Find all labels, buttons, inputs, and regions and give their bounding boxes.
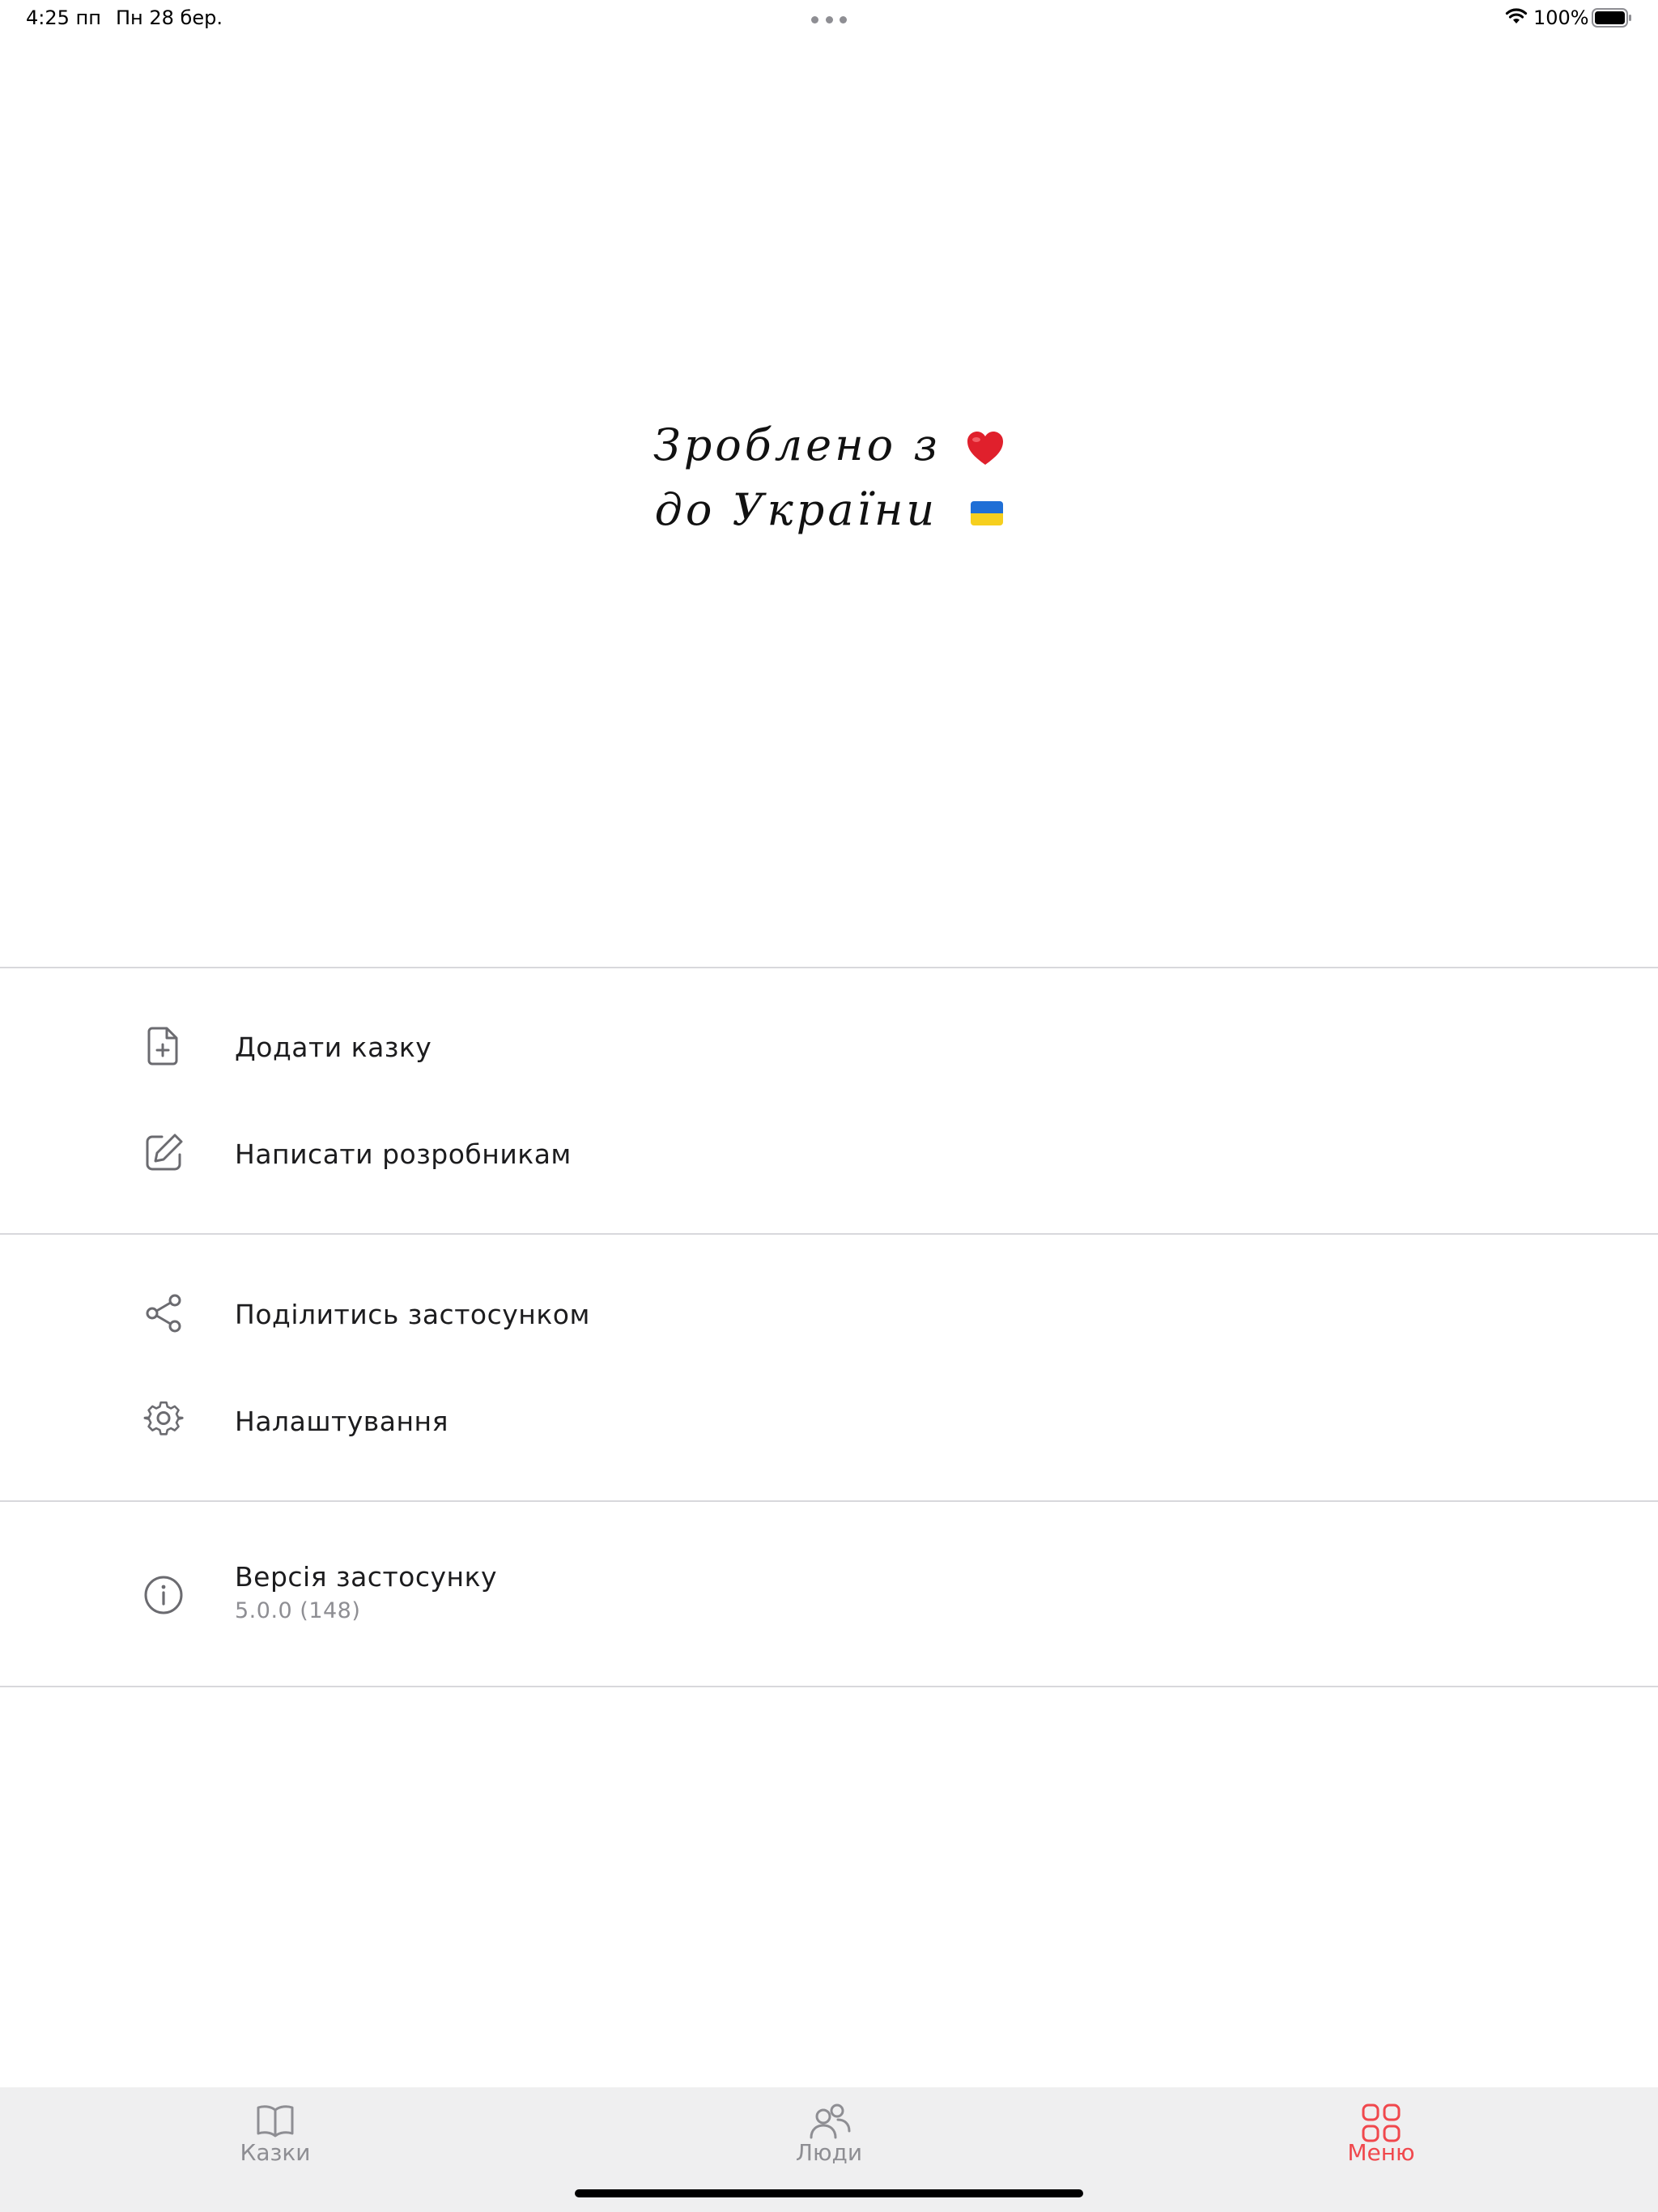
add-document-icon	[147, 1027, 178, 1066]
tab-label: Казки	[240, 2139, 311, 2166]
menu-item-settings[interactable]: Налаштування	[0, 1376, 1658, 1465]
book-icon	[257, 2105, 294, 2138]
menu-item-label: Поділитись застосунком	[235, 1299, 590, 1330]
section-divider	[0, 967, 1658, 968]
menu-item-write-developers[interactable]: Написати розробникам	[0, 1109, 1658, 1198]
ukraine-flag-icon	[971, 501, 1004, 525]
menu-item-app-version[interactable]: Версія застосунку 5.0.0 (148)	[0, 1548, 1658, 1642]
more-dots-icon[interactable]	[811, 16, 847, 24]
section-divider	[0, 1686, 1658, 1687]
tab-label: Люди	[795, 2139, 863, 2166]
wifi-icon	[1505, 8, 1528, 23]
tab-tales[interactable]: Казки	[154, 2087, 397, 2176]
share-icon	[146, 1294, 181, 1333]
menu-item-label: Додати казку	[235, 1032, 432, 1063]
menu-item-share-app[interactable]: Поділитись застосунком	[0, 1270, 1658, 1359]
tab-menu[interactable]: Меню	[1260, 2087, 1503, 2176]
tab-label: Меню	[1347, 2139, 1415, 2166]
edit-icon	[146, 1134, 183, 1171]
section-divider	[0, 1233, 1658, 1235]
heart-icon	[967, 432, 1003, 465]
made-with-love-tagline: Зроблено з до України	[0, 413, 1658, 542]
status-time: 4:25 пп	[26, 6, 101, 29]
home-indicator[interactable]	[575, 2189, 1083, 2197]
tagline-line-1: Зроблено з	[0, 413, 1658, 478]
tab-people[interactable]: Люди	[708, 2087, 950, 2176]
grid-icon	[1362, 2104, 1401, 2142]
section-divider	[0, 1500, 1658, 1502]
tagline-text-1: Зроблено з	[653, 419, 941, 470]
menu-item-add-tale[interactable]: Додати казку	[0, 1002, 1658, 1091]
menu-item-label: Написати розробникам	[235, 1138, 572, 1170]
info-icon	[144, 1576, 183, 1614]
status-date: Пн 28 бер.	[116, 6, 223, 29]
app-version-number: 5.0.0 (148)	[235, 1598, 361, 1623]
battery-percent: 100%	[1533, 6, 1589, 29]
gear-icon	[143, 1401, 184, 1436]
battery-icon	[1592, 8, 1631, 28]
people-icon	[810, 2104, 851, 2139]
tagline-line-2: до України	[0, 478, 1658, 542]
status-bar: 4:25 пп Пн 28 бер. 100%	[0, 0, 1658, 39]
tagline-text-2: до України	[654, 484, 938, 535]
menu-item-label: Налаштування	[235, 1406, 449, 1437]
menu-item-label: Версія застосунку	[235, 1561, 498, 1593]
